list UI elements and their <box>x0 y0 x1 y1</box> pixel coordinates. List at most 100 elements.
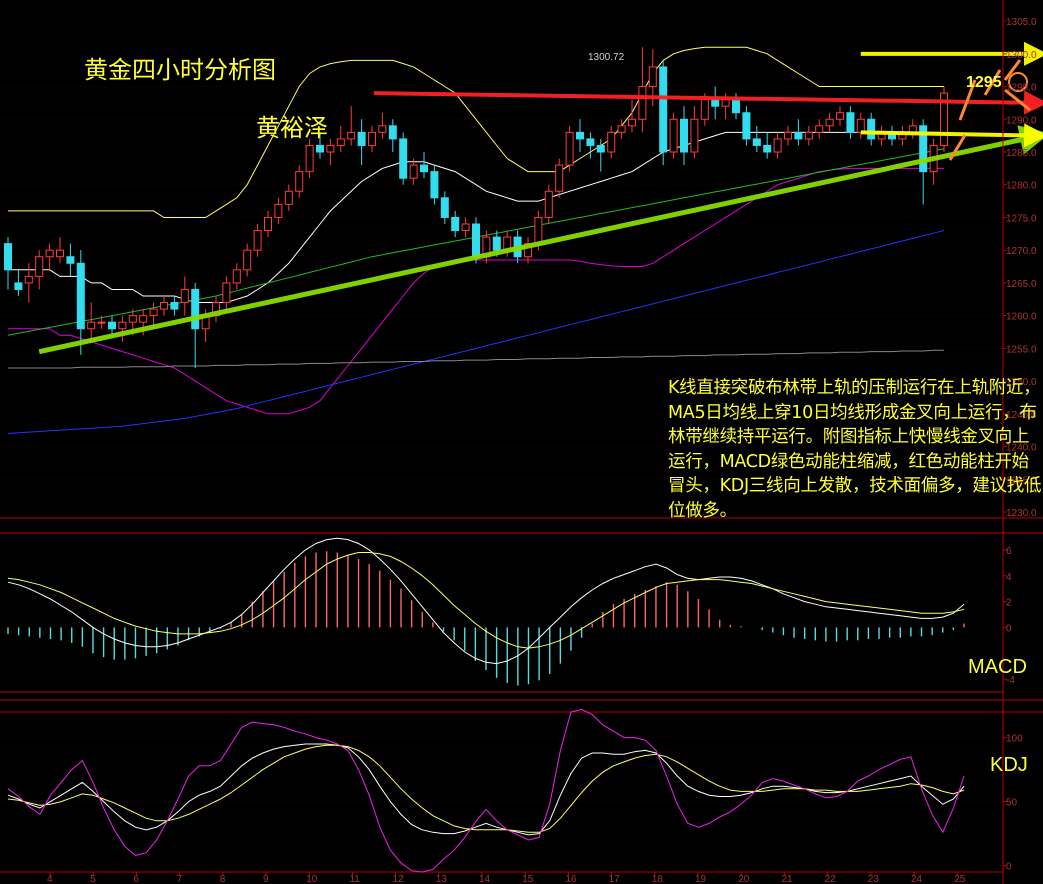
candle-body <box>357 131 366 146</box>
candle-body <box>264 216 272 232</box>
candle-body <box>742 112 751 140</box>
candle-body <box>815 125 824 133</box>
candle <box>565 125 574 172</box>
candle <box>368 125 376 152</box>
candle <box>451 210 460 238</box>
candle <box>305 138 314 179</box>
macd-tick-label: 4 <box>1006 572 1012 583</box>
price-tick-label: 1260.0 <box>1006 312 1037 323</box>
candle <box>295 165 304 198</box>
candle <box>877 125 886 146</box>
candle-body <box>243 249 252 271</box>
chart-title: 黄金四小时分析图 <box>84 56 276 84</box>
candle-body <box>253 230 262 251</box>
candle <box>35 250 44 290</box>
target-arrow <box>860 123 1043 148</box>
candle-body <box>180 288 189 304</box>
candle-body <box>711 99 720 107</box>
candle <box>836 106 844 126</box>
candle-body <box>430 171 439 199</box>
candle <box>409 158 418 185</box>
candle-body <box>45 249 54 258</box>
candle <box>825 112 834 133</box>
candle <box>690 106 699 159</box>
candle-body <box>284 190 293 205</box>
candle <box>815 119 824 139</box>
candle-body <box>628 118 636 127</box>
candle <box>222 276 231 310</box>
candle <box>856 112 865 139</box>
time-tick-label: 5 <box>90 874 96 884</box>
candle-body <box>451 216 460 232</box>
candle <box>794 119 803 146</box>
candle-body <box>846 112 855 133</box>
author-name: 黄裕泽 <box>256 114 328 142</box>
candle <box>45 243 54 270</box>
candle <box>264 210 272 238</box>
price-tick-label: 1300.0 <box>1006 50 1037 61</box>
candle-body <box>76 262 85 330</box>
candle-body <box>565 131 574 166</box>
candle-body <box>316 144 324 153</box>
candle-body <box>149 308 158 317</box>
candle <box>586 132 595 159</box>
candle <box>274 197 283 224</box>
candle <box>284 184 293 211</box>
candle-body <box>232 269 241 284</box>
candle-body <box>305 144 314 173</box>
candle-body <box>336 138 345 146</box>
candle-body <box>222 282 231 304</box>
candle-body <box>732 99 740 114</box>
candle <box>669 112 678 159</box>
candle-body <box>607 131 616 153</box>
candle-body <box>170 302 179 310</box>
price-tick-label: 1305.0 <box>1006 17 1037 28</box>
candle-body <box>87 321 96 330</box>
time-tick-label: 11 <box>349 874 360 884</box>
candle-body <box>66 256 75 264</box>
candle-body <box>690 118 699 153</box>
time-tick-label: 14 <box>479 874 491 884</box>
kdj-tick-label: 50 <box>1006 798 1018 809</box>
candle-body <box>669 118 678 153</box>
candle <box>56 237 64 264</box>
candle-body <box>274 203 283 218</box>
candle <box>232 263 241 290</box>
target-price-badge: 1295 <box>966 74 1002 91</box>
kdj-label: KDJ <box>990 754 1028 776</box>
candle-body <box>295 171 304 192</box>
candle <box>180 276 189 316</box>
price-tick-label: 1265.0 <box>1006 279 1037 290</box>
candle <box>680 106 688 166</box>
price-tick-label: 1285.0 <box>1006 148 1037 159</box>
candle-body <box>784 131 792 140</box>
candle <box>763 132 772 159</box>
candle <box>638 47 647 133</box>
candle-body <box>56 249 64 258</box>
candle <box>940 86 948 152</box>
price-tick-label: 1275.0 <box>1006 213 1037 224</box>
macd-panel: -40246 <box>7 537 1015 686</box>
candle <box>108 315 116 336</box>
price-tick-label: 1290.0 <box>1006 115 1037 126</box>
candle <box>399 132 408 185</box>
macd-tick-label: 2 <box>1006 598 1012 609</box>
time-tick-label: 12 <box>393 874 405 884</box>
candle <box>14 269 23 296</box>
time-tick-label: 16 <box>565 874 577 884</box>
annotation-arrows <box>38 41 1043 355</box>
time-tick-label: 18 <box>652 874 664 884</box>
ma_gray-line <box>8 349 944 369</box>
candle <box>4 237 12 290</box>
time-tick-label: 19 <box>695 874 707 884</box>
high-price-label: 1300.72 <box>588 52 625 63</box>
candle-body <box>680 118 688 153</box>
analysis-text: K线直接突破布林带上轨的压制运行在上轨附近，MA5日均线上穿10日均线形成金叉向… <box>668 378 1042 521</box>
candle <box>440 191 449 224</box>
candle-body <box>534 216 543 245</box>
time-tick-label: 22 <box>825 874 837 884</box>
candle <box>555 158 564 198</box>
candle-body <box>586 138 595 146</box>
candle <box>212 296 220 323</box>
time-tick-label: 17 <box>609 874 621 884</box>
